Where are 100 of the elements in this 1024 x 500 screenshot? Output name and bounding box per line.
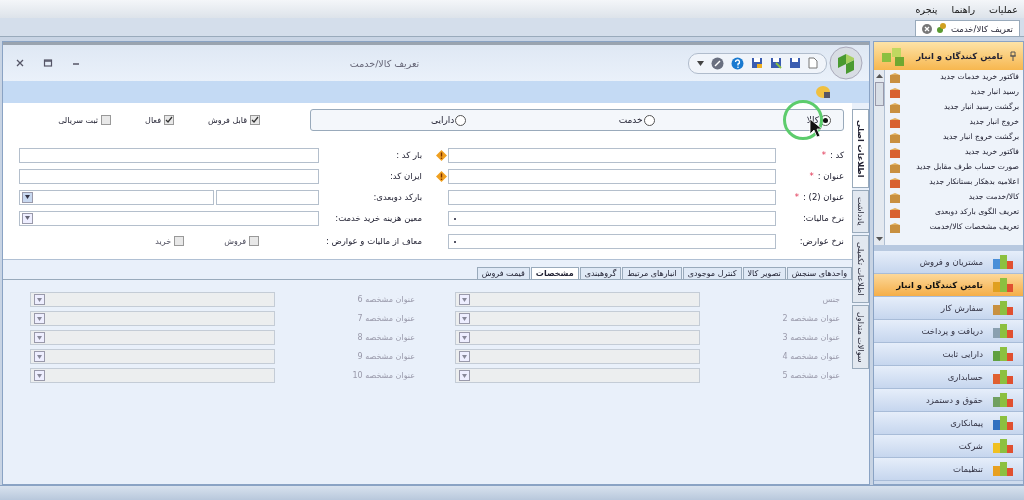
caret-icon: [37, 335, 42, 340]
box-icon: [889, 176, 901, 189]
dropdown[interactable]: [19, 210, 319, 226]
close-icon[interactable]: [922, 23, 932, 34]
side-tab[interactable]: سوالات متداول: [852, 304, 869, 370]
field-label: ایران کد:: [388, 171, 423, 181]
checkbox[interactable]: فروش: [224, 236, 259, 246]
scroll-down-icon[interactable]: [875, 237, 883, 242]
module-icon: [991, 322, 1015, 340]
caret-icon: [25, 216, 30, 220]
dropdown[interactable]: [448, 233, 776, 249]
close-icon[interactable]: [15, 58, 25, 68]
navigation-button[interactable]: تامین کنندگان و انبار: [874, 274, 1023, 297]
field-label: کد : *: [820, 150, 844, 160]
app-logo-icon[interactable]: [829, 46, 863, 80]
radio-button[interactable]: دارایی: [431, 114, 467, 126]
tab[interactable]: تصویر کالا: [742, 267, 786, 279]
field-label: عنوان : *: [808, 171, 844, 181]
navigation-button[interactable]: شرکت: [874, 435, 1023, 458]
check-icon: [165, 116, 174, 124]
field-label: جنس: [821, 295, 840, 304]
checkbox[interactable]: ثبت سریالی: [58, 115, 112, 125]
navigation-button[interactable]: حسابداری: [874, 366, 1023, 389]
module-icon: [991, 276, 1015, 294]
menu-item[interactable]: عملیات: [989, 3, 1018, 15]
caret-icon: [25, 195, 30, 199]
tab[interactable]: مشخصات: [530, 267, 579, 279]
module-icon: [991, 253, 1015, 271]
scroll-up-icon[interactable]: [875, 73, 883, 78]
save-all-icon[interactable]: [751, 57, 763, 69]
sidebar-title: تامین کنندگان و انبار: [915, 51, 1003, 61]
scroll-thumb[interactable]: [874, 82, 884, 106]
dropdown-icon[interactable]: [697, 60, 704, 66]
radio-button[interactable]: خدمت: [618, 114, 655, 126]
field-label: بارکد دوبعدی:: [372, 192, 423, 202]
field-label: عنوان مشخصه 10: [351, 371, 415, 380]
module-icon: [991, 368, 1015, 386]
field-label: عنوان مشخصه 8: [356, 333, 415, 342]
navigation-button[interactable]: دارایی ثابت: [874, 343, 1023, 366]
tab[interactable]: کنترل موجودی: [682, 267, 742, 279]
module-icon: [991, 299, 1015, 317]
field-label: معین هزینه خرید خدمت:: [334, 213, 423, 223]
module-icon: [991, 345, 1015, 363]
caret-icon: [37, 354, 42, 359]
dropdown[interactable]: [448, 210, 776, 226]
navigation-button[interactable]: تنظیمات: [874, 458, 1023, 481]
input-field[interactable]: [19, 168, 319, 184]
checkbox[interactable]: فعال: [145, 115, 175, 125]
window-title: تعریف کالا/خدمت: [348, 57, 421, 69]
caret-icon: [462, 316, 467, 321]
tab[interactable]: انبارهای مرتبط: [622, 267, 682, 279]
checkbox[interactable]: خرید: [155, 236, 185, 246]
checkbox[interactable]: قابل فروش: [208, 115, 260, 125]
scrollbar[interactable]: [874, 70, 885, 245]
module-icon: [991, 414, 1015, 432]
input-field[interactable]: [216, 189, 319, 205]
radio-button[interactable]: کالا: [806, 114, 831, 126]
pin-icon[interactable]: [1009, 51, 1017, 61]
side-tab[interactable]: اطلاعات تکمیلی: [852, 235, 869, 303]
save-as-icon[interactable]: [770, 57, 782, 69]
box-icon: [889, 131, 901, 144]
field-label: عنوان مشخصه 9: [356, 352, 415, 361]
save-icon[interactable]: [789, 57, 801, 69]
new-document-icon[interactable]: [808, 57, 818, 69]
caret-icon: [37, 316, 42, 321]
field-label: نرخ عوارض:: [798, 236, 844, 246]
box-icon: [889, 206, 901, 219]
pen-icon[interactable]: [711, 56, 724, 70]
navigation-button[interactable]: حقوق و دستمزد: [874, 389, 1023, 412]
help-icon[interactable]: [731, 56, 744, 70]
box-icon: [889, 146, 901, 159]
tab[interactable]: قیمت فروش: [476, 267, 530, 279]
navigation-button[interactable]: مشتریان و فروش: [874, 251, 1023, 274]
field-label: عنوان مشخصه 6: [356, 295, 415, 304]
tab[interactable]: واحدهای سنجش: [786, 267, 852, 279]
menu-item[interactable]: پنجره: [915, 3, 938, 15]
input-field[interactable]: [19, 147, 319, 163]
side-tab[interactable]: اطلاعات اصلی: [852, 109, 869, 189]
document-tab[interactable]: تعریف کالا/خدمت: [915, 20, 1020, 36]
box-icon: [889, 191, 901, 204]
input-field[interactable]: [448, 168, 776, 184]
dropdown[interactable]: [19, 189, 215, 205]
field-label: معاف از مالیات و عوارض :: [324, 236, 423, 246]
navigation-button[interactable]: سفارش کار: [874, 297, 1023, 320]
input-field[interactable]: [448, 189, 776, 205]
box-icon: [889, 71, 901, 84]
input-field[interactable]: [448, 147, 776, 163]
tab[interactable]: گروهبندی: [579, 267, 622, 279]
field-label: عنوان (2) : *: [793, 192, 844, 202]
navigation-button[interactable]: پیمانکاری: [874, 412, 1023, 435]
field-label: عنوان مشخصه 7: [356, 314, 415, 323]
caret-icon: [462, 297, 467, 302]
side-tab[interactable]: یادداشت: [852, 190, 869, 234]
maximize-icon[interactable]: [43, 58, 53, 68]
field-label: نرخ مالیات:: [802, 213, 844, 223]
module-icon: [991, 460, 1015, 478]
field-label: بار کد :: [395, 150, 423, 160]
menu-item[interactable]: راهنما: [951, 3, 975, 15]
navigation-button[interactable]: دریافت و پرداخت: [874, 320, 1023, 343]
box-icon: [889, 101, 901, 114]
